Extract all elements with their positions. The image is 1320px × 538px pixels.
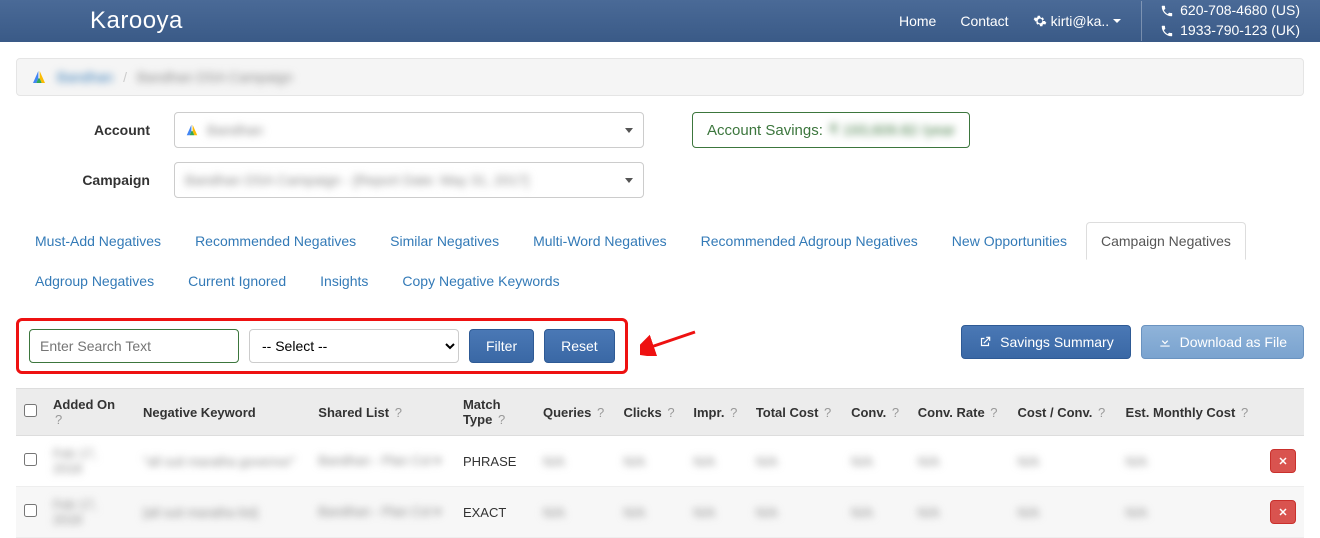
results-table: Added On ? Negative Keyword Shared List … <box>16 388 1304 538</box>
help-icon[interactable]: ? <box>1241 405 1248 420</box>
tab-similar[interactable]: Similar Negatives <box>375 222 514 260</box>
help-icon[interactable]: ? <box>730 405 737 420</box>
col-added-on[interactable]: Added On ? <box>45 389 135 436</box>
phone-block: 620-708-4680 (US) 1933-790-123 (UK) <box>1141 1 1300 40</box>
campaign-value: Bandhan DSA Campaign - [Report Date: May… <box>185 172 529 188</box>
help-icon[interactable]: ? <box>395 405 402 420</box>
filter-select[interactable]: -- Select -- <box>249 329 459 363</box>
col-cost-conv[interactable]: Cost / Conv. ? <box>1010 389 1118 436</box>
tabs-row-1: Must-Add Negatives Recommended Negatives… <box>0 212 1320 260</box>
tab-recommended[interactable]: Recommended Negatives <box>180 222 371 260</box>
user-email: kirti@ka.. <box>1051 13 1110 29</box>
col-conv-rate[interactable]: Conv. Rate ? <box>910 389 1010 436</box>
breadcrumb-account[interactable]: Bandhan <box>57 69 113 85</box>
tab-copy-neg[interactable]: Copy Negative Keywords <box>387 262 574 300</box>
row-checkbox[interactable] <box>24 504 37 517</box>
col-clicks[interactable]: Clicks ? <box>615 389 685 436</box>
col-shared-list[interactable]: Shared List ? <box>310 389 455 436</box>
nav-contact[interactable]: Contact <box>960 13 1008 29</box>
delete-button[interactable] <box>1270 449 1296 473</box>
tab-multiword[interactable]: Multi-Word Negatives <box>518 222 682 260</box>
col-conv[interactable]: Conv. ? <box>843 389 910 436</box>
tab-adgroup-neg[interactable]: Adgroup Negatives <box>20 262 169 300</box>
phone-icon <box>1160 24 1174 38</box>
col-est-cost[interactable]: Est. Monthly Cost ? <box>1118 389 1262 436</box>
tab-current-ignored[interactable]: Current Ignored <box>173 262 301 300</box>
filter-highlight: -- Select -- Filter Reset <box>16 318 628 374</box>
tab-insights[interactable]: Insights <box>305 262 383 300</box>
help-icon[interactable]: ? <box>824 405 831 420</box>
col-match-type[interactable]: Match Type ? <box>455 389 535 436</box>
account-select[interactable]: Bandhan <box>174 112 644 148</box>
adwords-icon <box>185 123 199 137</box>
filter-button[interactable]: Filter <box>469 329 534 363</box>
row-checkbox[interactable] <box>24 453 37 466</box>
phone-uk: 1933-790-123 (UK) <box>1180 21 1300 41</box>
close-icon <box>1277 455 1289 467</box>
tab-must-add[interactable]: Must-Add Negatives <box>20 222 176 260</box>
help-icon[interactable]: ? <box>597 405 604 420</box>
cell-match-type: EXACT <box>455 487 535 538</box>
savings-value: ₹ 193,609.82 /year <box>829 121 955 139</box>
adwords-icon <box>31 69 47 85</box>
top-navbar: Karooya Home Contact kirti@ka.. 620-708-… <box>0 0 1320 42</box>
external-link-icon <box>978 335 992 349</box>
tab-campaign-neg[interactable]: Campaign Negatives <box>1086 222 1246 260</box>
savings-label: Account Savings: <box>707 122 823 139</box>
cell-match-type: PHRASE <box>455 436 535 487</box>
reset-button[interactable]: Reset <box>544 329 615 363</box>
col-queries[interactable]: Queries ? <box>535 389 615 436</box>
col-cost[interactable]: Total Cost ? <box>748 389 843 436</box>
breadcrumb: Bandhan / Bandhan DSA Campaign <box>16 58 1304 96</box>
col-keyword[interactable]: Negative Keyword <box>135 389 310 436</box>
download-button[interactable]: Download as File <box>1141 325 1304 359</box>
tab-new-opps[interactable]: New Opportunities <box>937 222 1082 260</box>
account-value: Bandhan <box>207 122 263 138</box>
caret-down-icon <box>1113 19 1121 23</box>
brand-logo[interactable]: Karooya <box>90 7 183 35</box>
tab-rec-adgroup[interactable]: Recommended Adgroup Negatives <box>686 222 933 260</box>
campaign-select[interactable]: Bandhan DSA Campaign - [Report Date: May… <box>174 162 644 198</box>
close-icon <box>1277 506 1289 518</box>
tabs-row-2: Adgroup Negatives Current Ignored Insigh… <box>0 260 1320 310</box>
caret-down-icon <box>625 128 633 133</box>
col-impr[interactable]: Impr. ? <box>685 389 747 436</box>
phone-us: 620-708-4680 (US) <box>1180 1 1300 21</box>
help-icon[interactable]: ? <box>1098 405 1105 420</box>
help-icon[interactable]: ? <box>990 405 997 420</box>
account-label: Account <box>16 122 156 138</box>
phone-icon <box>1160 4 1174 18</box>
user-menu[interactable]: kirti@ka.. <box>1033 13 1122 29</box>
gear-icon <box>1033 14 1047 28</box>
help-icon[interactable]: ? <box>55 412 62 427</box>
select-all-checkbox[interactable] <box>24 404 37 417</box>
table-row: Feb 17, 2018 [all suit maratha list] Ban… <box>16 487 1304 538</box>
help-icon[interactable]: ? <box>498 412 505 427</box>
campaign-label: Campaign <box>16 172 156 188</box>
breadcrumb-campaign: Bandhan DSA Campaign <box>137 69 293 85</box>
savings-banner: Account Savings: ₹ 193,609.82 /year <box>692 112 970 148</box>
download-icon <box>1158 335 1172 349</box>
nav-home[interactable]: Home <box>899 13 936 29</box>
help-icon[interactable]: ? <box>892 405 899 420</box>
caret-down-icon <box>625 178 633 183</box>
delete-button[interactable] <box>1270 500 1296 524</box>
table-row: Feb 17, 2018 "all suit maratha governor"… <box>16 436 1304 487</box>
search-input[interactable] <box>29 329 239 363</box>
savings-summary-button[interactable]: Savings Summary <box>961 325 1130 359</box>
breadcrumb-sep: / <box>123 69 127 85</box>
help-icon[interactable]: ? <box>667 405 674 420</box>
